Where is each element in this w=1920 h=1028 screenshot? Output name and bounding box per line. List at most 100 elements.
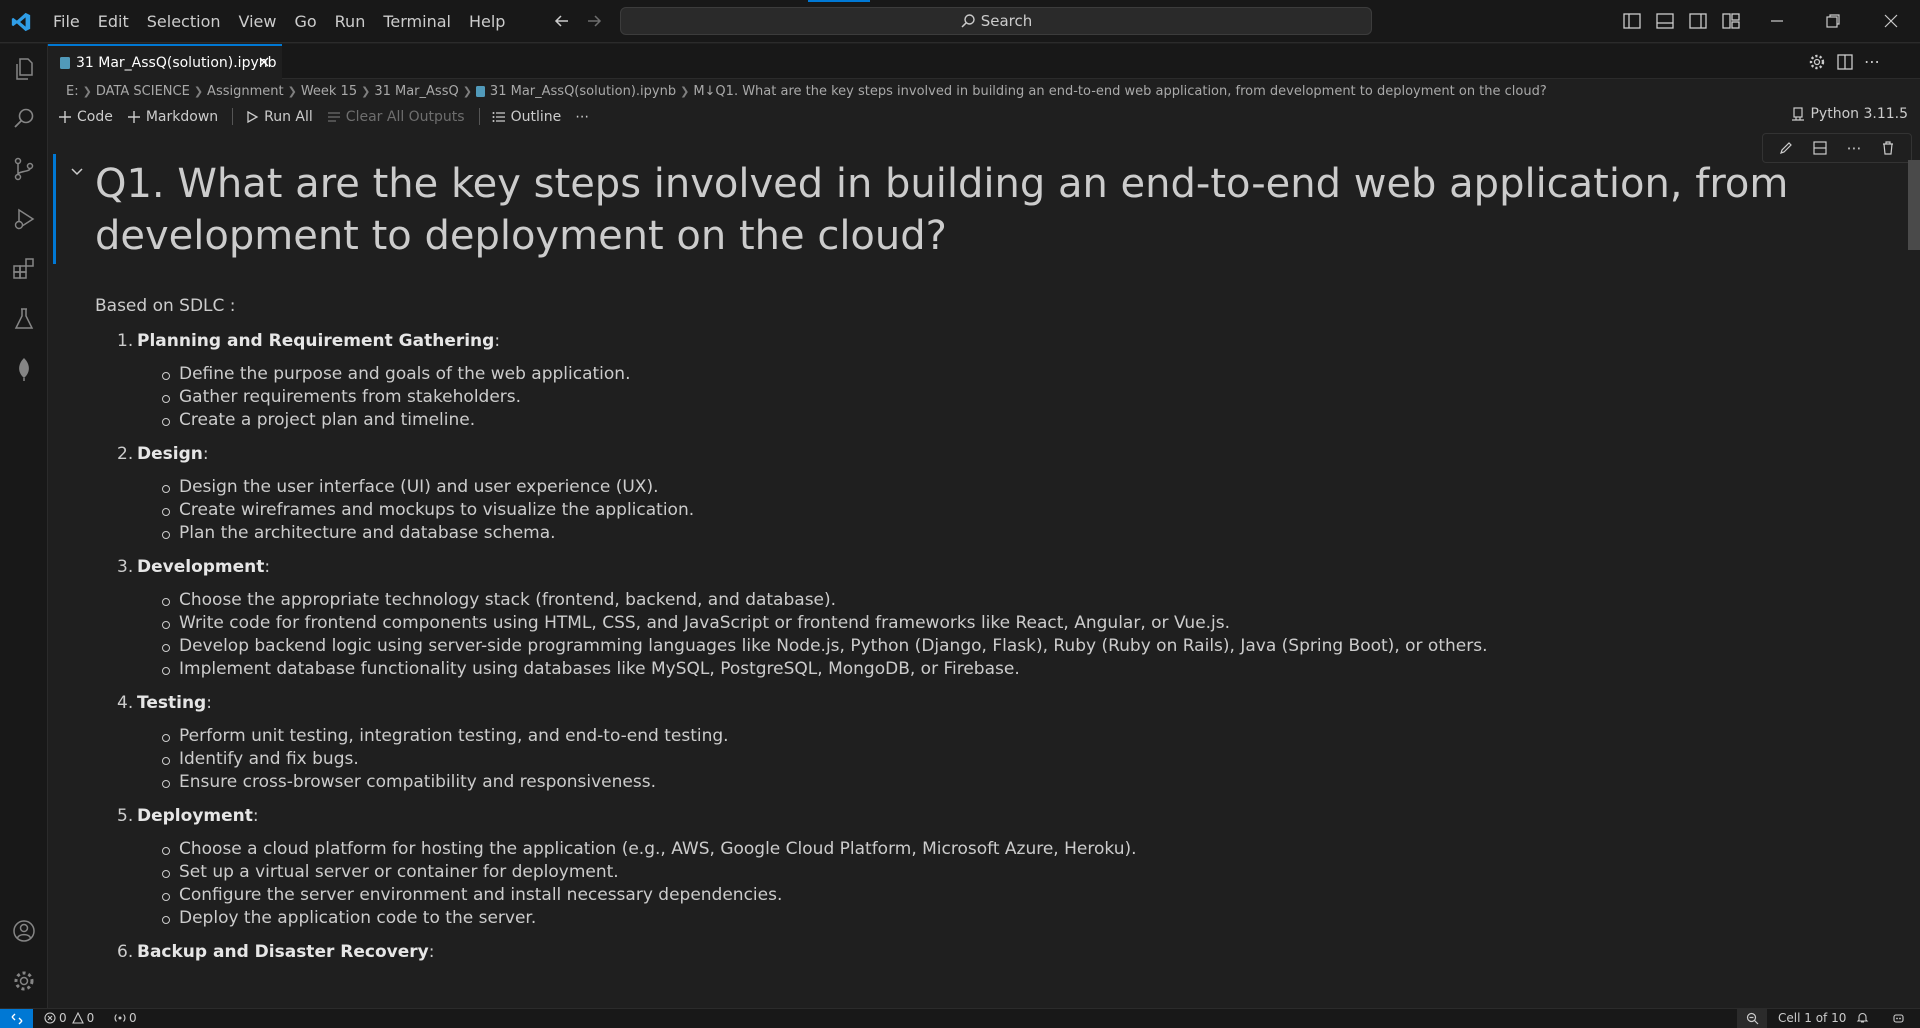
notebook-file-icon <box>60 56 70 69</box>
back-arrow-icon[interactable] <box>552 11 572 31</box>
source-control-icon[interactable] <box>11 156 37 182</box>
problems-indicator[interactable]: 0 0 <box>44 1011 94 1025</box>
toggle-primary-sidebar-icon[interactable] <box>1622 11 1642 31</box>
mongodb-leaf-icon[interactable] <box>11 356 37 382</box>
toolbar-separator <box>478 108 480 125</box>
manage-gear-icon[interactable] <box>11 968 37 994</box>
editor-actions: ⋯ <box>1808 53 1880 71</box>
activity-bar <box>0 44 48 1008</box>
copilot-icon[interactable] <box>1892 1011 1908 1024</box>
notifications-bell-icon[interactable] <box>1856 1011 1872 1024</box>
breadcrumb-item-file[interactable]: 31 Mar_AssQ(solution).ipynb <box>490 84 676 99</box>
markdown-cell[interactable]: Q1. What are the key steps involved in b… <box>95 158 1900 975</box>
split-cell-icon[interactable] <box>1812 140 1828 156</box>
notebook-settings-gear-icon[interactable] <box>1808 53 1826 71</box>
testing-flask-icon[interactable] <box>11 306 37 332</box>
list-item: Choose a cloud platform for hosting the … <box>162 838 1900 861</box>
toggle-panel-icon[interactable] <box>1655 11 1675 31</box>
error-icon <box>44 1012 59 1024</box>
notebook-file-icon <box>475 85 485 97</box>
cell-intro: Based on SDLC : <box>95 296 236 316</box>
menu-edit[interactable]: Edit <box>89 12 138 31</box>
menu-help[interactable]: Help <box>460 12 514 31</box>
breadcrumb-item-drive[interactable]: E: <box>66 84 79 99</box>
list-item: Create a project plan and timeline. <box>162 409 1900 432</box>
vertical-scrollbar[interactable] <box>1908 160 1920 250</box>
list-item: Create wireframes and mockups to visuali… <box>162 499 1900 522</box>
step-bullets: Choose the appropriate technology stack … <box>162 589 1900 681</box>
step-title: Testing <box>137 693 207 713</box>
explorer-icon[interactable] <box>11 56 37 82</box>
forward-arrow-icon[interactable] <box>584 11 604 31</box>
edit-cell-pencil-icon[interactable] <box>1778 140 1794 156</box>
add-code-label: Code <box>77 108 113 125</box>
breadcrumb-item-cell[interactable]: M↓Q1. What are the key steps involved in… <box>693 84 1546 99</box>
menu-go[interactable]: Go <box>285 12 325 31</box>
search-view-icon[interactable] <box>11 106 37 132</box>
list-item: Set up a virtual server or container for… <box>162 861 1900 884</box>
collapse-chevron-icon[interactable] <box>70 164 84 178</box>
cell-position-indicator[interactable]: Cell 1 of 10 <box>1778 1011 1846 1025</box>
menu-run[interactable]: Run <box>326 12 375 31</box>
outline-list-icon <box>492 110 506 124</box>
clear-all-label: Clear All Outputs <box>345 108 465 125</box>
add-code-cell-button[interactable]: Code <box>58 109 113 125</box>
list-item: 3. Development: Choose the appropriate te… <box>117 556 1900 681</box>
close-tab-icon[interactable] <box>256 54 272 70</box>
toolbar-more-button[interactable]: ⋯ <box>575 109 589 125</box>
steps-list: 1. Planning and Requirement Gathering: De… <box>117 330 1900 964</box>
step-title: Design <box>137 444 203 464</box>
menu-file[interactable]: File <box>44 12 89 31</box>
error-count: 0 <box>59 1011 67 1025</box>
menu-selection[interactable]: Selection <box>138 12 230 31</box>
menu-view[interactable]: View <box>230 12 286 31</box>
clear-all-outputs-button[interactable]: Clear All Outputs <box>327 109 465 125</box>
delete-cell-trash-icon[interactable] <box>1880 140 1896 156</box>
list-item: Develop backend logic using server-side … <box>162 635 1900 658</box>
breadcrumb-item-data-science[interactable]: DATA SCIENCE <box>96 84 190 99</box>
ports-indicator[interactable]: 0 <box>114 1011 137 1025</box>
add-markdown-cell-button[interactable]: Markdown <box>127 109 218 125</box>
extensions-icon[interactable] <box>11 256 37 282</box>
list-item: Write code for frontend components using… <box>162 612 1900 635</box>
close-window-icon[interactable] <box>1882 12 1900 30</box>
plus-icon <box>127 110 141 124</box>
step-title: Deployment <box>137 806 253 826</box>
toggle-secondary-sidebar-icon[interactable] <box>1688 11 1708 31</box>
cell-more-actions-icon[interactable]: ⋯ <box>1847 139 1862 157</box>
list-item: 4. Testing: Perform unit testing, integra… <box>117 692 1900 794</box>
more-actions-icon[interactable]: ⋯ <box>1864 53 1880 71</box>
step-title: Backup and Disaster Recovery <box>137 942 429 962</box>
list-item: Implement database functionality using d… <box>162 658 1900 681</box>
breadcrumb-item-assignment[interactable]: Assignment <box>207 84 284 99</box>
outline-button[interactable]: Outline <box>492 108 562 125</box>
kernel-picker[interactable]: Python 3.11.5 <box>1791 106 1908 122</box>
accounts-icon[interactable] <box>11 918 37 944</box>
zoom-icon[interactable] <box>1737 1009 1767 1028</box>
breadcrumb-item-folder[interactable]: 31 Mar_AssQ <box>374 84 458 99</box>
tab-notebook[interactable]: 31 Mar_AssQ(solution).ipynb <box>48 44 282 79</box>
run-all-button[interactable]: Run All <box>245 109 313 125</box>
breadcrumb: E: ❯ DATA SCIENCE ❯ Assignment ❯ Week 15… <box>66 80 1547 102</box>
warning-icon <box>71 1012 87 1024</box>
clear-all-icon <box>327 110 341 124</box>
list-item: Gather requirements from stakeholders. <box>162 386 1900 409</box>
step-title: Development <box>137 557 265 577</box>
run-debug-icon[interactable] <box>11 206 37 232</box>
cell-heading: Q1. What are the key steps involved in b… <box>95 161 1789 259</box>
step-bullets: Perform unit testing, integration testin… <box>162 725 1900 794</box>
list-item: 5. Deployment: Choose a cloud platform fo… <box>117 805 1900 930</box>
list-item: Ensure cross-browser compatibility and r… <box>162 771 1900 794</box>
list-item: 1. Planning and Requirement Gathering: De… <box>117 330 1900 432</box>
outline-label: Outline <box>510 108 562 125</box>
list-item: Deploy the application code to the serve… <box>162 907 1900 930</box>
command-center-search[interactable]: Search <box>620 7 1372 35</box>
breadcrumb-item-week[interactable]: Week 15 <box>301 84 357 99</box>
menu-terminal[interactable]: Terminal <box>374 12 460 31</box>
minimize-icon[interactable] <box>1768 12 1786 30</box>
restore-icon[interactable] <box>1824 12 1842 30</box>
split-editor-icon[interactable] <box>1836 53 1854 71</box>
customize-layout-icon[interactable] <box>1721 11 1741 31</box>
remote-indicator-icon[interactable] <box>0 1009 33 1028</box>
list-item: Define the purpose and goals of the web … <box>162 363 1900 386</box>
